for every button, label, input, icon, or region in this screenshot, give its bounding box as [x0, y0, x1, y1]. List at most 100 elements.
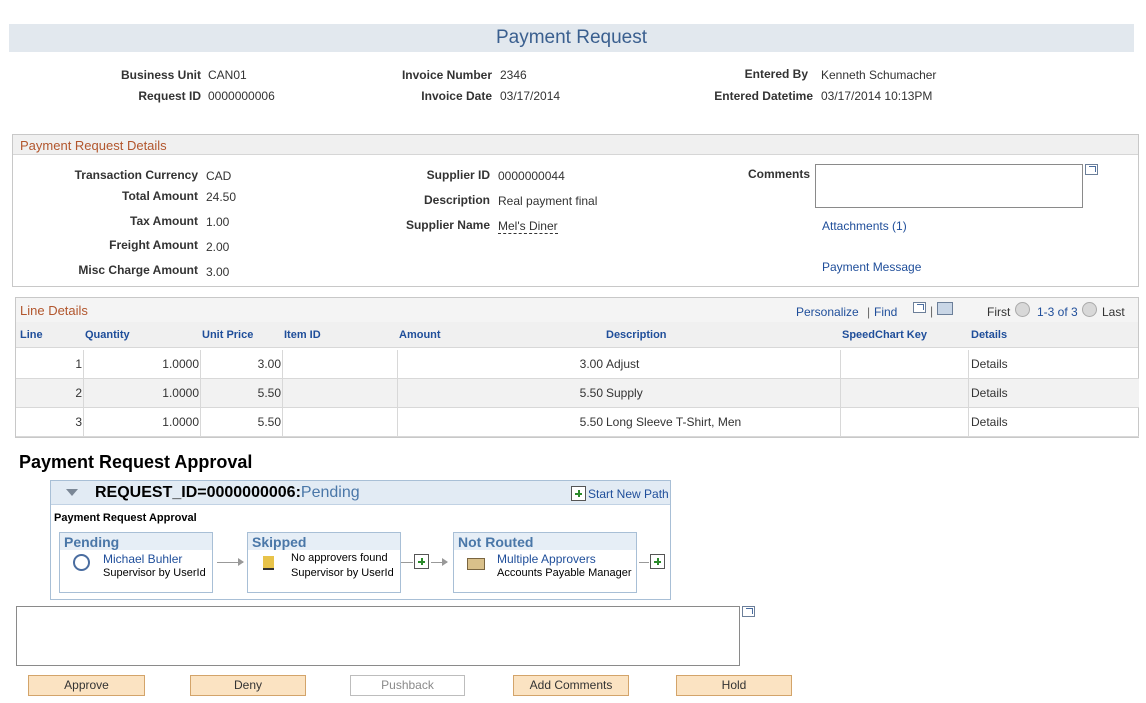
- start-new-path-link[interactable]: Start New Path: [588, 487, 669, 501]
- business-unit-label: Business Unit: [120, 68, 201, 82]
- approval-monitor: REQUEST_ID=0000000006:Pending Start New …: [50, 480, 671, 600]
- item-id-cell: [284, 379, 394, 408]
- entered-datetime-label: Entered Datetime: [714, 89, 813, 103]
- item-id-cell: [284, 350, 394, 379]
- collapse-triangle-icon[interactable]: [66, 489, 78, 496]
- unit-price-cell: 3.00: [257, 357, 281, 371]
- payment-message-link[interactable]: Payment Message: [822, 260, 921, 274]
- column-header-details[interactable]: Details: [971, 322, 1007, 348]
- column-header-amount[interactable]: Amount: [399, 322, 441, 348]
- supplier-id-label: Supplier ID: [426, 168, 490, 182]
- column-header-quantity[interactable]: Quantity: [85, 322, 130, 348]
- find-link[interactable]: Find: [874, 305, 897, 319]
- approval-path-name: Payment Request Approval: [54, 512, 197, 524]
- approval-stage-not-routed: Not Routed Multiple Approvers Accounts P…: [453, 532, 637, 593]
- grid-header-row: Line Quantity Unit Price Item ID Amount …: [16, 322, 1138, 348]
- connector-line: [639, 562, 649, 563]
- add-comments-button[interactable]: Add Comments: [513, 675, 629, 696]
- amount-cell: 5.50: [579, 386, 603, 400]
- expand-approver-comments-icon[interactable]: [742, 606, 755, 617]
- description-cell: Supply: [606, 386, 643, 400]
- previous-row-icon[interactable]: [1015, 302, 1030, 317]
- download-spreadsheet-icon[interactable]: [937, 302, 953, 315]
- quantity-cell: 1.0000: [162, 357, 199, 371]
- expand-comments-icon[interactable]: [1085, 164, 1098, 175]
- details-link[interactable]: Details: [971, 408, 1008, 437]
- speedchart-cell: [842, 408, 962, 437]
- approval-section-title: Payment Request Approval: [19, 452, 253, 472]
- freight-amount-label: Freight Amount: [109, 238, 198, 252]
- approver-role: Accounts Payable Manager: [497, 567, 632, 579]
- details-link[interactable]: Details: [971, 379, 1008, 408]
- approver-link[interactable]: Multiple Approvers: [497, 552, 596, 566]
- connector-line: [401, 562, 413, 563]
- clock-icon: [73, 554, 90, 571]
- toolbar-separator-2: |: [930, 304, 934, 318]
- line-details-grid: Line Details Personalize | Find | First …: [15, 297, 1139, 438]
- description-cell: Long Sleeve T-Shirt, Men: [606, 415, 742, 429]
- approver-comments-textarea[interactable]: [16, 606, 740, 666]
- approver-role: Supervisor by UserId: [291, 567, 394, 579]
- page-title: Payment Request: [495, 27, 648, 48]
- last-label: Last: [1102, 305, 1125, 319]
- speedchart-cell: [842, 350, 962, 379]
- supplier-name-label: Supplier Name: [405, 218, 490, 232]
- approver-note: No approvers found: [291, 552, 388, 564]
- stage-status: Skipped: [252, 534, 307, 550]
- entered-by-value: Kenneth Schumacher: [821, 68, 937, 82]
- attachments-link[interactable]: Attachments (1): [822, 219, 907, 233]
- toolbar-separator: |: [867, 305, 871, 319]
- description-value: Real payment final: [498, 194, 598, 208]
- arrow-icon: [431, 558, 448, 566]
- approval-stage-skipped: Skipped No approvers found Supervisor by…: [247, 532, 401, 593]
- entered-datetime-value: 03/17/2014 10:13PM: [821, 89, 933, 103]
- personalize-link[interactable]: Personalize: [796, 305, 859, 319]
- details-link[interactable]: Details: [971, 350, 1008, 379]
- group-header: Payment Request Details: [13, 135, 1138, 155]
- request-id-heading: REQUEST_ID=0000000006:Pending: [95, 484, 360, 502]
- quantity-cell: 1.0000: [162, 415, 199, 429]
- speedchart-cell: [842, 379, 962, 408]
- transaction-currency-value: CAD: [206, 169, 232, 183]
- amount-cell: 5.50: [579, 415, 603, 429]
- supplier-name-link[interactable]: Mel's Diner: [498, 219, 558, 234]
- approver-link[interactable]: Michael Buhler: [103, 552, 182, 566]
- inbox-icon: [467, 558, 485, 570]
- total-amount-value: 24.50: [206, 190, 237, 204]
- comments-label: Comments: [747, 167, 810, 181]
- invoice-number-value: 2346: [500, 68, 527, 82]
- next-row-icon[interactable]: [1082, 302, 1097, 317]
- freight-amount-value: 2.00: [206, 240, 230, 254]
- column-header-speedchart-key[interactable]: SpeedChart Key: [842, 322, 927, 348]
- view-all-icon[interactable]: [913, 302, 926, 313]
- entered-by-label: Entered By: [744, 67, 808, 81]
- description-label: Description: [423, 193, 490, 207]
- deny-button[interactable]: Deny: [190, 675, 306, 696]
- tax-amount-label: Tax Amount: [130, 214, 198, 228]
- line-number-cell: 2: [75, 386, 82, 400]
- insert-approver-plus-icon[interactable]: [414, 554, 429, 569]
- stage-status: Pending: [64, 534, 120, 550]
- amount-cell: 3.00: [579, 357, 603, 371]
- column-header-unit-price[interactable]: Unit Price: [202, 322, 253, 348]
- comments-textarea[interactable]: [815, 164, 1083, 208]
- stage-status: Not Routed: [458, 534, 534, 550]
- approve-button[interactable]: Approve: [28, 675, 145, 696]
- group-title: Payment Request Details: [20, 138, 167, 153]
- pushback-button: Pushback: [350, 675, 465, 696]
- supplier-id-value: 0000000044: [498, 169, 565, 183]
- start-new-path-plus-icon[interactable]: [571, 486, 586, 501]
- insert-approver-plus-icon[interactable]: [650, 554, 665, 569]
- request-id-label: Request ID: [138, 89, 201, 103]
- approval-stage-pending: Pending Michael Buhler Supervisor by Use…: [59, 532, 213, 593]
- column-header-description[interactable]: Description: [606, 322, 667, 348]
- grid-toolbar: Line Details Personalize | Find | First …: [16, 298, 1138, 322]
- table-row: 2 1.0000 5.50 5.50 Supply Details: [16, 379, 1139, 408]
- transaction-currency-label: Transaction Currency: [74, 168, 198, 182]
- column-header-item-id[interactable]: Item ID: [284, 322, 321, 348]
- hold-button[interactable]: Hold: [676, 675, 792, 696]
- total-amount-label: Total Amount: [122, 189, 198, 203]
- column-header-line[interactable]: Line: [20, 322, 43, 348]
- invoice-number-label: Invoice Number: [401, 68, 492, 82]
- request-label: REQUEST_ID=0000000006:: [95, 484, 301, 501]
